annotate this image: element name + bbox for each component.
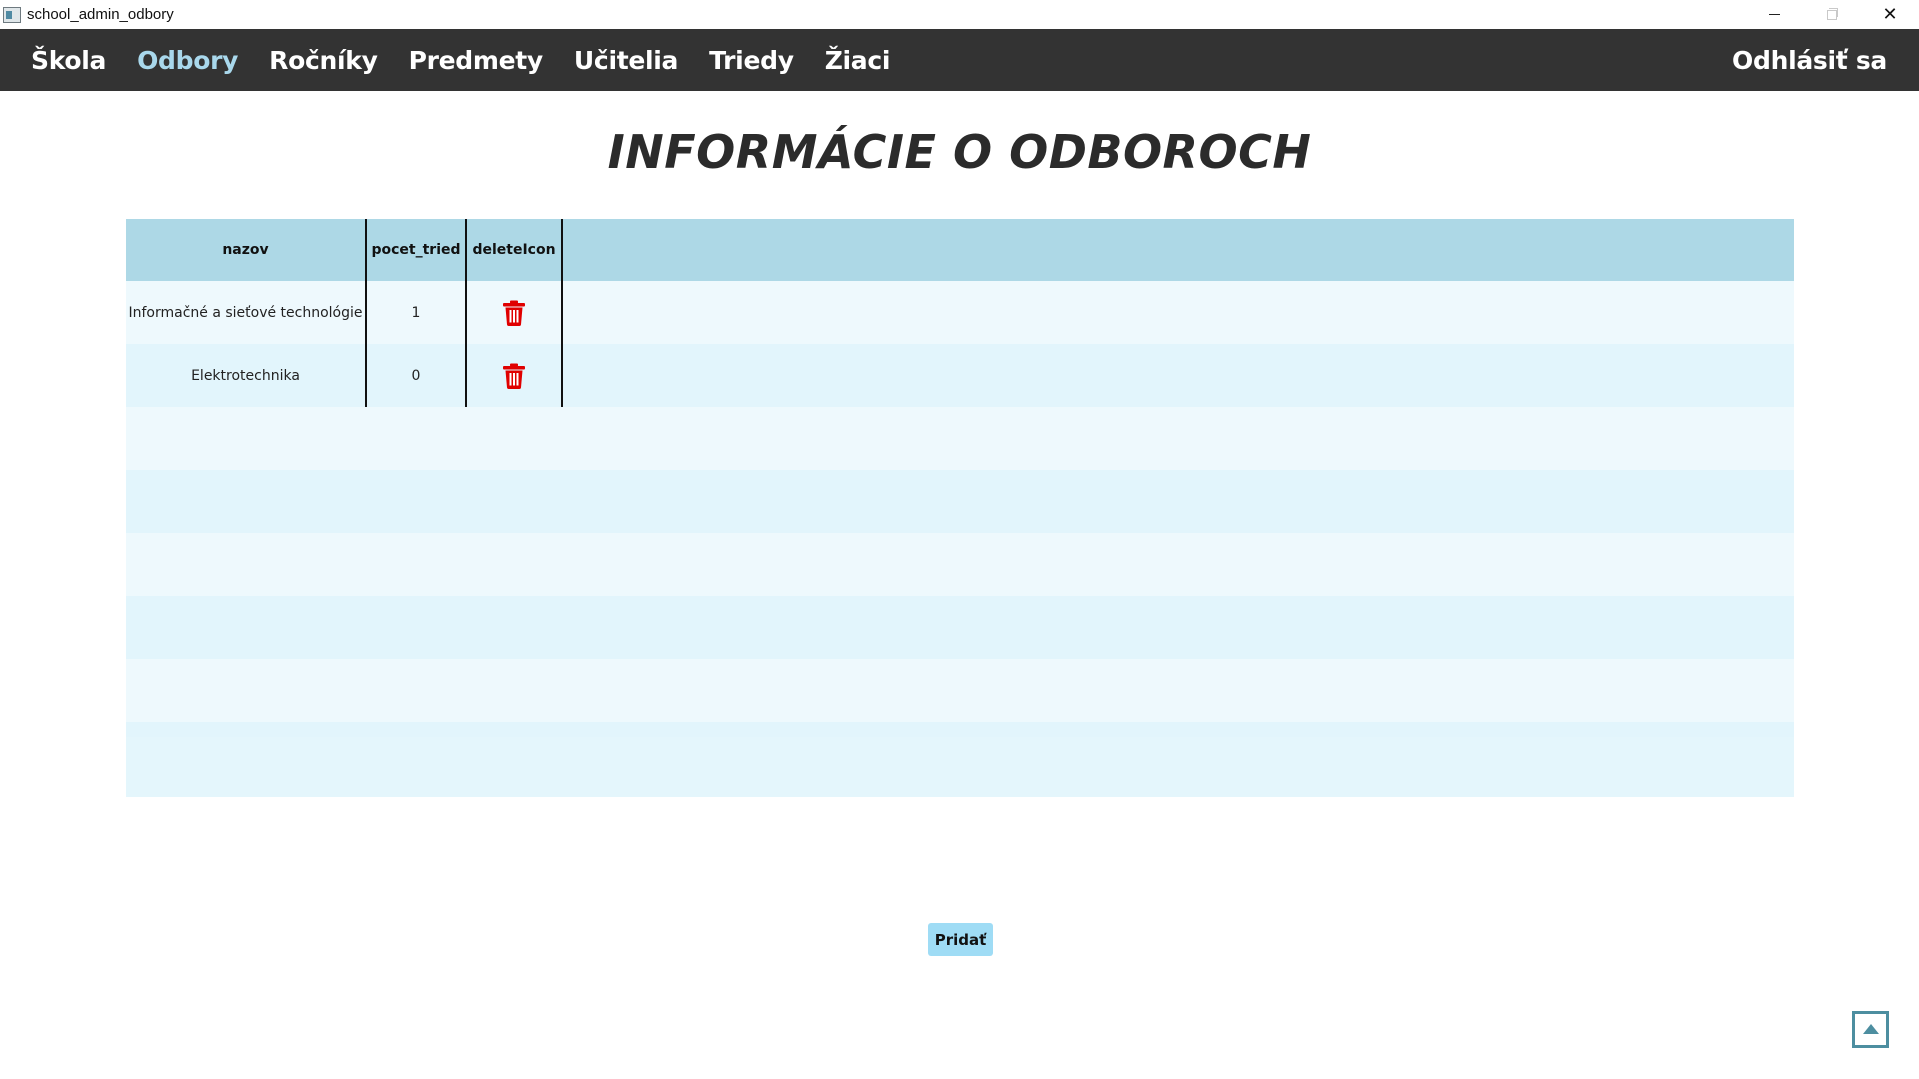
empty-row — [126, 659, 1794, 722]
column-header-delete-icon[interactable]: deleteIcon — [467, 219, 563, 281]
scroll-to-top-icon — [1862, 1020, 1880, 1039]
empty-row — [126, 470, 1794, 533]
nav-item-skola[interactable]: Škola — [31, 46, 106, 75]
cell-filler — [126, 659, 1794, 722]
empty-row — [126, 533, 1794, 596]
page-title: INFORMÁCIE O ODBOROCH — [607, 125, 1312, 179]
add-button[interactable]: Pridať — [928, 923, 993, 956]
cell-filler — [563, 281, 1794, 344]
window-controls: ✕ — [1745, 0, 1919, 29]
table-header: nazov pocet_tried deleteIcon — [126, 219, 1794, 281]
cell-pocet-tried: 0 — [367, 344, 467, 407]
empty-row — [126, 596, 1794, 659]
cell-filler — [126, 407, 1794, 470]
cell-nazov: Elektrotechnika — [126, 344, 367, 407]
table-row[interactable]: Informačné a sieťové technológie 1 — [126, 281, 1794, 344]
column-header-pocet-tried[interactable]: pocet_tried — [367, 219, 467, 281]
minimize-button[interactable] — [1745, 0, 1803, 29]
nav-item-ziaci[interactable]: Žiaci — [825, 46, 891, 75]
table-body: Informačné a sieťové technológie 1 Elekt… — [126, 281, 1794, 737]
maximize-button — [1803, 0, 1861, 29]
nav-item-ucitelia[interactable]: Učitelia — [574, 46, 679, 75]
window-titlebar: school_admin_odbory ✕ — [0, 0, 1919, 29]
cell-pocet-tried: 1 — [367, 281, 467, 344]
close-button[interactable]: ✕ — [1861, 0, 1919, 29]
nav-item-odbory[interactable]: Odbory — [137, 46, 238, 75]
cell-filler — [126, 722, 1794, 737]
cell-delete — [467, 281, 563, 344]
trash-icon[interactable] — [503, 300, 525, 326]
trash-icon[interactable] — [503, 363, 525, 389]
minimize-icon — [1768, 14, 1780, 15]
nav-item-triedy[interactable]: Triedy — [709, 46, 794, 75]
nav-item-predmety[interactable]: Predmety — [409, 46, 544, 75]
odbory-table: nazov pocet_tried deleteIcon Informačné … — [126, 219, 1794, 797]
empty-row — [126, 722, 1794, 737]
nav-item-rocniky[interactable]: Ročníky — [269, 46, 378, 75]
cell-filler — [126, 533, 1794, 596]
cell-nazov: Informačné a sieťové technológie — [126, 281, 367, 344]
table-row[interactable]: Elektrotechnika 0 — [126, 344, 1794, 407]
scroll-to-top-button[interactable] — [1852, 1011, 1889, 1048]
logout-link[interactable]: Odhlásiť sa — [1732, 46, 1887, 75]
empty-row — [126, 407, 1794, 470]
cell-filler — [563, 344, 1794, 407]
cell-filler — [126, 596, 1794, 659]
app-icon — [3, 6, 21, 23]
column-header-nazov[interactable]: nazov — [126, 219, 367, 281]
cell-filler — [126, 470, 1794, 533]
close-icon: ✕ — [1882, 3, 1898, 25]
main-navbar: Škola Odbory Ročníky Predmety Učitelia T… — [0, 29, 1919, 91]
maximize-icon — [1827, 7, 1838, 20]
window-title: school_admin_odbory — [27, 6, 174, 23]
column-header-filler — [563, 219, 1794, 281]
cell-delete — [467, 344, 563, 407]
